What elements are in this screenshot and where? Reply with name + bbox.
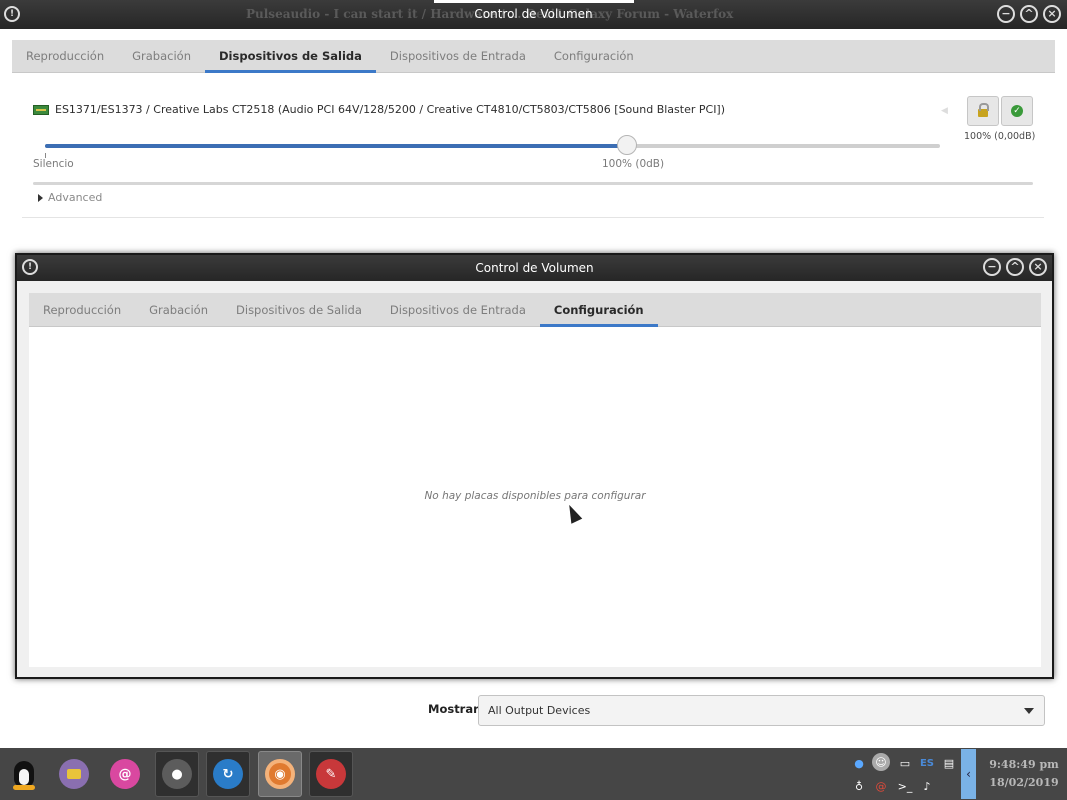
window-title: Control de Volumen bbox=[474, 7, 593, 21]
tray-collapse-button[interactable]: ‹ bbox=[961, 749, 976, 799]
maximize-icon[interactable]: ^ bbox=[1020, 5, 1038, 23]
divider bbox=[22, 217, 1044, 218]
volume-control-window-front: Control de Volumen ! − ^ × Reproducción G… bbox=[15, 253, 1054, 679]
taskbar-app-speaker[interactable]: ◉ bbox=[258, 751, 302, 797]
taskbar-app-anki[interactable]: @ bbox=[103, 751, 147, 797]
speaker-app-icon: ◉ bbox=[265, 759, 295, 789]
tab-2[interactable]: Dispositivos de Salida bbox=[222, 293, 376, 326]
chevron-left-icon: ‹ bbox=[966, 767, 971, 781]
check-icon: ✓ bbox=[1011, 105, 1023, 117]
title-bar: Pulseaudio - I can start it / Hardware /… bbox=[0, 0, 1067, 29]
tab-2[interactable]: Dispositivos de Salida bbox=[205, 40, 376, 73]
monitor-icon[interactable]: ▭ bbox=[896, 754, 914, 772]
tab-4[interactable]: Configuración bbox=[540, 40, 648, 72]
taskbar-app-pen[interactable]: ✎ bbox=[309, 751, 353, 797]
volume-db-label: 100% (0,00dB) bbox=[964, 131, 1036, 142]
close-icon[interactable]: × bbox=[1029, 258, 1047, 276]
device-row: ES1371/ES1373 / Creative Labs CT2518 (Au… bbox=[33, 103, 725, 116]
label-100-percent: 100% (0dB) bbox=[602, 158, 665, 170]
tab-1[interactable]: Grabación bbox=[118, 40, 205, 72]
tab-0[interactable]: Reproducción bbox=[12, 40, 118, 72]
dropdown-arrow-icon bbox=[1024, 708, 1034, 714]
clock-time: 9:48:49 pm bbox=[989, 758, 1059, 771]
expander-arrow-icon bbox=[38, 193, 43, 202]
window-menu-icon[interactable]: ! bbox=[4, 6, 20, 22]
device-name: ES1371/ES1373 / Creative Labs CT2518 (Au… bbox=[55, 103, 726, 116]
maximize-icon[interactable]: ^ bbox=[1006, 258, 1024, 276]
label-silence: Silencio bbox=[33, 158, 74, 170]
money-icon bbox=[59, 759, 89, 789]
advanced-label: Advanced bbox=[48, 191, 103, 204]
tab-4[interactable]: Configuración bbox=[539, 293, 658, 327]
lightbulb-icon[interactable]: ♁ bbox=[850, 777, 868, 795]
close-icon[interactable]: × bbox=[1043, 5, 1061, 23]
tux-tray-icon[interactable]: ☺ bbox=[872, 753, 890, 771]
taskbar-app-drop[interactable]: ● bbox=[155, 751, 199, 797]
title-bar: Control de Volumen ! − ^ × bbox=[17, 255, 1052, 281]
volume-icon[interactable]: ♪ bbox=[918, 777, 936, 795]
clipboard-icon[interactable]: ▤ bbox=[940, 754, 958, 772]
tab-0[interactable]: Reproducción bbox=[29, 293, 135, 326]
volume-slider-knob[interactable] bbox=[616, 135, 637, 155]
separator bbox=[33, 182, 1033, 185]
water-drop-icon[interactable]: ● bbox=[850, 754, 868, 772]
configuration-panel: No hay placas disponibles para configura… bbox=[29, 327, 1041, 667]
start-menu-button[interactable] bbox=[2, 751, 46, 797]
volume-slider-fill bbox=[45, 144, 627, 148]
tab-3[interactable]: Dispositivos de Entrada bbox=[376, 40, 540, 72]
tab-bar: Reproducción Grabación Dispositivos de Sal… bbox=[29, 293, 1041, 327]
minimize-icon[interactable]: − bbox=[983, 258, 1001, 276]
clock[interactable]: 9:48:49 pm 18/02/2019 bbox=[985, 756, 1063, 792]
select-value: All Output Devices bbox=[488, 704, 591, 717]
debian-icon[interactable]: @ bbox=[872, 777, 890, 795]
show-devices-select[interactable]: All Output Devices bbox=[478, 695, 1045, 726]
refresh-icon: ↻ bbox=[213, 759, 243, 789]
terminal-icon[interactable]: >_ bbox=[896, 777, 914, 795]
anki-icon: @ bbox=[110, 759, 140, 789]
mute-icon[interactable]: ◀ bbox=[941, 106, 948, 116]
taskbar-app-money[interactable] bbox=[52, 751, 96, 797]
keyboard-layout-label[interactable]: ES bbox=[918, 754, 936, 772]
show-label: Mostrar: bbox=[428, 702, 484, 716]
tux-icon bbox=[11, 757, 37, 791]
taskbar-app-refresh[interactable]: ↻ bbox=[206, 751, 250, 797]
sound-card-icon bbox=[33, 104, 49, 115]
tab-1[interactable]: Grabación bbox=[135, 293, 222, 326]
tab-3[interactable]: Dispositivos de Entrada bbox=[376, 293, 540, 326]
pen-icon: ✎ bbox=[316, 759, 346, 789]
tab-bar: Reproducción Grabación Dispositivos de Sal… bbox=[12, 40, 1055, 73]
drop-icon: ● bbox=[162, 759, 192, 789]
advanced-expander[interactable]: Advanced bbox=[38, 191, 102, 204]
window-title: Control de Volumen bbox=[475, 261, 594, 275]
window-menu-icon[interactable]: ! bbox=[22, 259, 38, 275]
minimize-icon[interactable]: − bbox=[997, 5, 1015, 23]
lock-icon bbox=[978, 103, 989, 117]
clock-date: 18/02/2019 bbox=[989, 776, 1059, 789]
set-default-button[interactable]: ✓ bbox=[1001, 96, 1033, 126]
lock-channels-button[interactable] bbox=[967, 96, 999, 126]
empty-message: No hay placas disponibles para configura… bbox=[424, 490, 646, 502]
volume-slider[interactable] bbox=[45, 135, 940, 155]
title-strip bbox=[434, 0, 634, 3]
